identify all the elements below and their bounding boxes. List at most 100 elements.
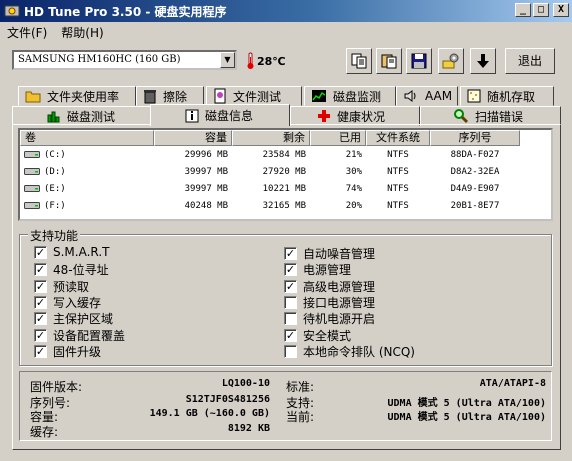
feature-checkbox[interactable]: ✓ 设备配置覆盖 bbox=[34, 327, 125, 344]
volume-capacity: 29996 MB bbox=[184, 149, 228, 160]
health-cross-icon bbox=[318, 110, 330, 122]
empty-checkbox-icon[interactable] bbox=[284, 344, 297, 358]
close-button[interactable]: X bbox=[553, 3, 569, 17]
window-title: HD Tune Pro 3.50 - 硬盘实用程序 bbox=[24, 4, 227, 19]
feature-checkbox[interactable]: ✓ 主保护区域 bbox=[34, 310, 113, 327]
table-row[interactable]: (C:) 29996 MB 23584 MB 21% NTFS 88DA-F02… bbox=[20, 146, 551, 163]
options-icon bbox=[442, 53, 459, 69]
checkmark-icon[interactable]: ✓ bbox=[34, 245, 47, 259]
cache-label: 缓存: bbox=[30, 425, 59, 439]
feature-checkbox[interactable]: 接口电源管理 bbox=[284, 294, 375, 311]
volume-used: 74% bbox=[345, 183, 362, 194]
tab-benchmark[interactable]: 磁盘测试 bbox=[12, 106, 152, 126]
volume-used: 20% bbox=[345, 200, 362, 211]
checkmark-icon[interactable]: ✓ bbox=[34, 279, 47, 293]
hard-drive-icon bbox=[24, 168, 40, 175]
checkmark-icon[interactable]: ✓ bbox=[284, 328, 297, 342]
feature-label: 预读取 bbox=[53, 279, 90, 294]
tab-folder-usage[interactable]: 文件夹使用率 bbox=[18, 86, 136, 106]
volume-capacity: 39997 MB bbox=[184, 166, 228, 177]
checkmark-icon[interactable]: ✓ bbox=[34, 328, 47, 342]
volume-list[interactable]: 卷 容量 剩余 已用 文件系统 序列号 (C:) 29996 MB 23584 … bbox=[18, 128, 553, 221]
firmware-row: 固件版本: LQ100-10 bbox=[30, 378, 270, 395]
feature-checkbox[interactable]: ✓ S.M.A.R.T bbox=[34, 245, 109, 259]
floppy-disk-icon bbox=[411, 53, 427, 69]
exit-button[interactable]: 退出 bbox=[505, 48, 555, 74]
volume-capacity: 39997 MB bbox=[184, 183, 228, 194]
firmware-value: LQ100-10 bbox=[221, 378, 270, 389]
tab-disk-info-label: 磁盘信息 bbox=[205, 109, 254, 123]
feature-checkbox[interactable]: ✓ 自动噪音管理 bbox=[284, 245, 375, 262]
volume-filesystem: NTFS bbox=[387, 149, 409, 160]
standard-label: 标准: bbox=[286, 380, 315, 394]
column-used[interactable]: 已用 bbox=[310, 130, 366, 146]
empty-checkbox-icon[interactable] bbox=[284, 312, 297, 326]
tab-disk-monitor-label: 磁盘监测 bbox=[333, 89, 382, 104]
feature-checkbox[interactable]: ✓ 预读取 bbox=[34, 278, 89, 295]
feature-checkbox[interactable]: ✓ 安全模式 bbox=[284, 327, 351, 344]
save-button[interactable] bbox=[406, 48, 432, 74]
menu-help[interactable]: 帮助(H) bbox=[54, 24, 110, 41]
volume-drive: (E:) bbox=[44, 183, 66, 194]
checkmark-icon[interactable]: ✓ bbox=[34, 295, 47, 309]
table-row[interactable]: (D:) 39997 MB 27920 MB 30% NTFS D8A2-32E… bbox=[20, 163, 551, 180]
volume-serial: D8A2-32EA bbox=[450, 166, 500, 177]
feature-checkbox[interactable]: ✓ 电源管理 bbox=[284, 261, 351, 278]
volume-drive: (F:) bbox=[44, 200, 66, 211]
feature-checkbox[interactable]: ✓ 高级电源管理 bbox=[284, 278, 375, 295]
feature-checkbox[interactable]: 待机电源开启 bbox=[284, 310, 375, 327]
tab-health[interactable]: 健康状况 bbox=[290, 106, 420, 126]
copy-info-button[interactable] bbox=[346, 48, 372, 74]
feature-checkbox[interactable]: 本地命令排队 (NCQ) bbox=[284, 343, 415, 360]
feature-checkbox[interactable]: ✓ 固件升级 bbox=[34, 343, 101, 360]
feature-checkbox[interactable]: ✓ 48-位寻址 bbox=[34, 261, 109, 278]
volume-capacity: 40248 MB bbox=[184, 200, 228, 211]
file-test-icon bbox=[214, 88, 226, 104]
maximize-button[interactable]: □ bbox=[533, 3, 549, 17]
checkmark-icon[interactable]: ✓ bbox=[284, 247, 297, 260]
supported-features-label: 支持功能 bbox=[28, 227, 81, 244]
copy-icon bbox=[351, 53, 367, 69]
menu-file[interactable]: 文件(F) bbox=[0, 24, 54, 41]
cache-value: 8192 KB bbox=[227, 423, 270, 434]
tab-disk-monitor[interactable]: 磁盘监测 bbox=[304, 86, 396, 106]
checkmark-icon[interactable]: ✓ bbox=[284, 263, 297, 277]
tab-aam[interactable]: AAM bbox=[396, 86, 458, 106]
column-free[interactable]: 剩余 bbox=[232, 130, 310, 146]
options-button[interactable] bbox=[438, 48, 464, 74]
empty-checkbox-icon[interactable] bbox=[284, 295, 297, 309]
column-serial[interactable]: 序列号 bbox=[430, 130, 520, 146]
hard-drive-icon bbox=[24, 151, 40, 158]
feature-label: 电源管理 bbox=[303, 263, 352, 278]
volume-drive: (D:) bbox=[44, 166, 66, 177]
minimize-button[interactable]: _ bbox=[515, 3, 531, 17]
column-volume[interactable]: 卷 bbox=[20, 130, 154, 146]
tab-error-scan[interactable]: 扫描错误 bbox=[420, 106, 561, 126]
feature-label: 设备配置覆盖 bbox=[53, 328, 126, 343]
supported-features-group: 支持功能 ✓ S.M.A.R.T ✓ 48-位寻址 ✓ 预读取 ✓ 写入缓存 ✓ 主保护区域 ✓ 设备… bbox=[19, 227, 552, 366]
drive-select[interactable]: SAMSUNG HM160HC (160 GB) ▼ bbox=[12, 50, 237, 70]
title-bar[interactable]: HD Tune Pro 3.50 - 硬盘实用程序 _ □ X bbox=[0, 0, 572, 22]
feature-checkbox[interactable]: ✓ 写入缓存 bbox=[34, 294, 101, 311]
checkmark-icon[interactable]: ✓ bbox=[34, 312, 47, 326]
tab-erase[interactable]: 擦除 bbox=[136, 86, 204, 106]
tab-file-test[interactable]: 文件测试 bbox=[206, 86, 302, 106]
tab-random-access[interactable]: 随机存取 bbox=[460, 86, 554, 106]
standard-value: ATA/ATAPI-8 bbox=[479, 378, 546, 389]
firmware-label: 固件版本: bbox=[30, 380, 83, 394]
checkmark-icon[interactable]: ✓ bbox=[34, 263, 47, 277]
app-icon bbox=[4, 5, 20, 17]
download-button[interactable] bbox=[470, 48, 496, 74]
copy-all-button[interactable] bbox=[376, 48, 402, 74]
chevron-down-icon[interactable]: ▼ bbox=[220, 52, 235, 68]
tab-aam-label: AAM bbox=[425, 89, 453, 103]
checkmark-icon[interactable]: ✓ bbox=[284, 279, 297, 293]
column-filesystem[interactable]: 文件系统 bbox=[366, 130, 430, 146]
checkmark-icon[interactable]: ✓ bbox=[34, 344, 47, 358]
column-capacity[interactable]: 容量 bbox=[154, 130, 232, 146]
tab-disk-info[interactable]: 磁盘信息 bbox=[150, 104, 290, 126]
table-row[interactable]: (F:) 40248 MB 32165 MB 20% NTFS 20B1-8E7… bbox=[20, 197, 551, 214]
temperature-value: 28℃ bbox=[257, 54, 286, 68]
table-row[interactable]: (E:) 39997 MB 10221 MB 74% NTFS D4A9-E90… bbox=[20, 180, 551, 197]
feature-label: 固件升级 bbox=[53, 344, 102, 359]
